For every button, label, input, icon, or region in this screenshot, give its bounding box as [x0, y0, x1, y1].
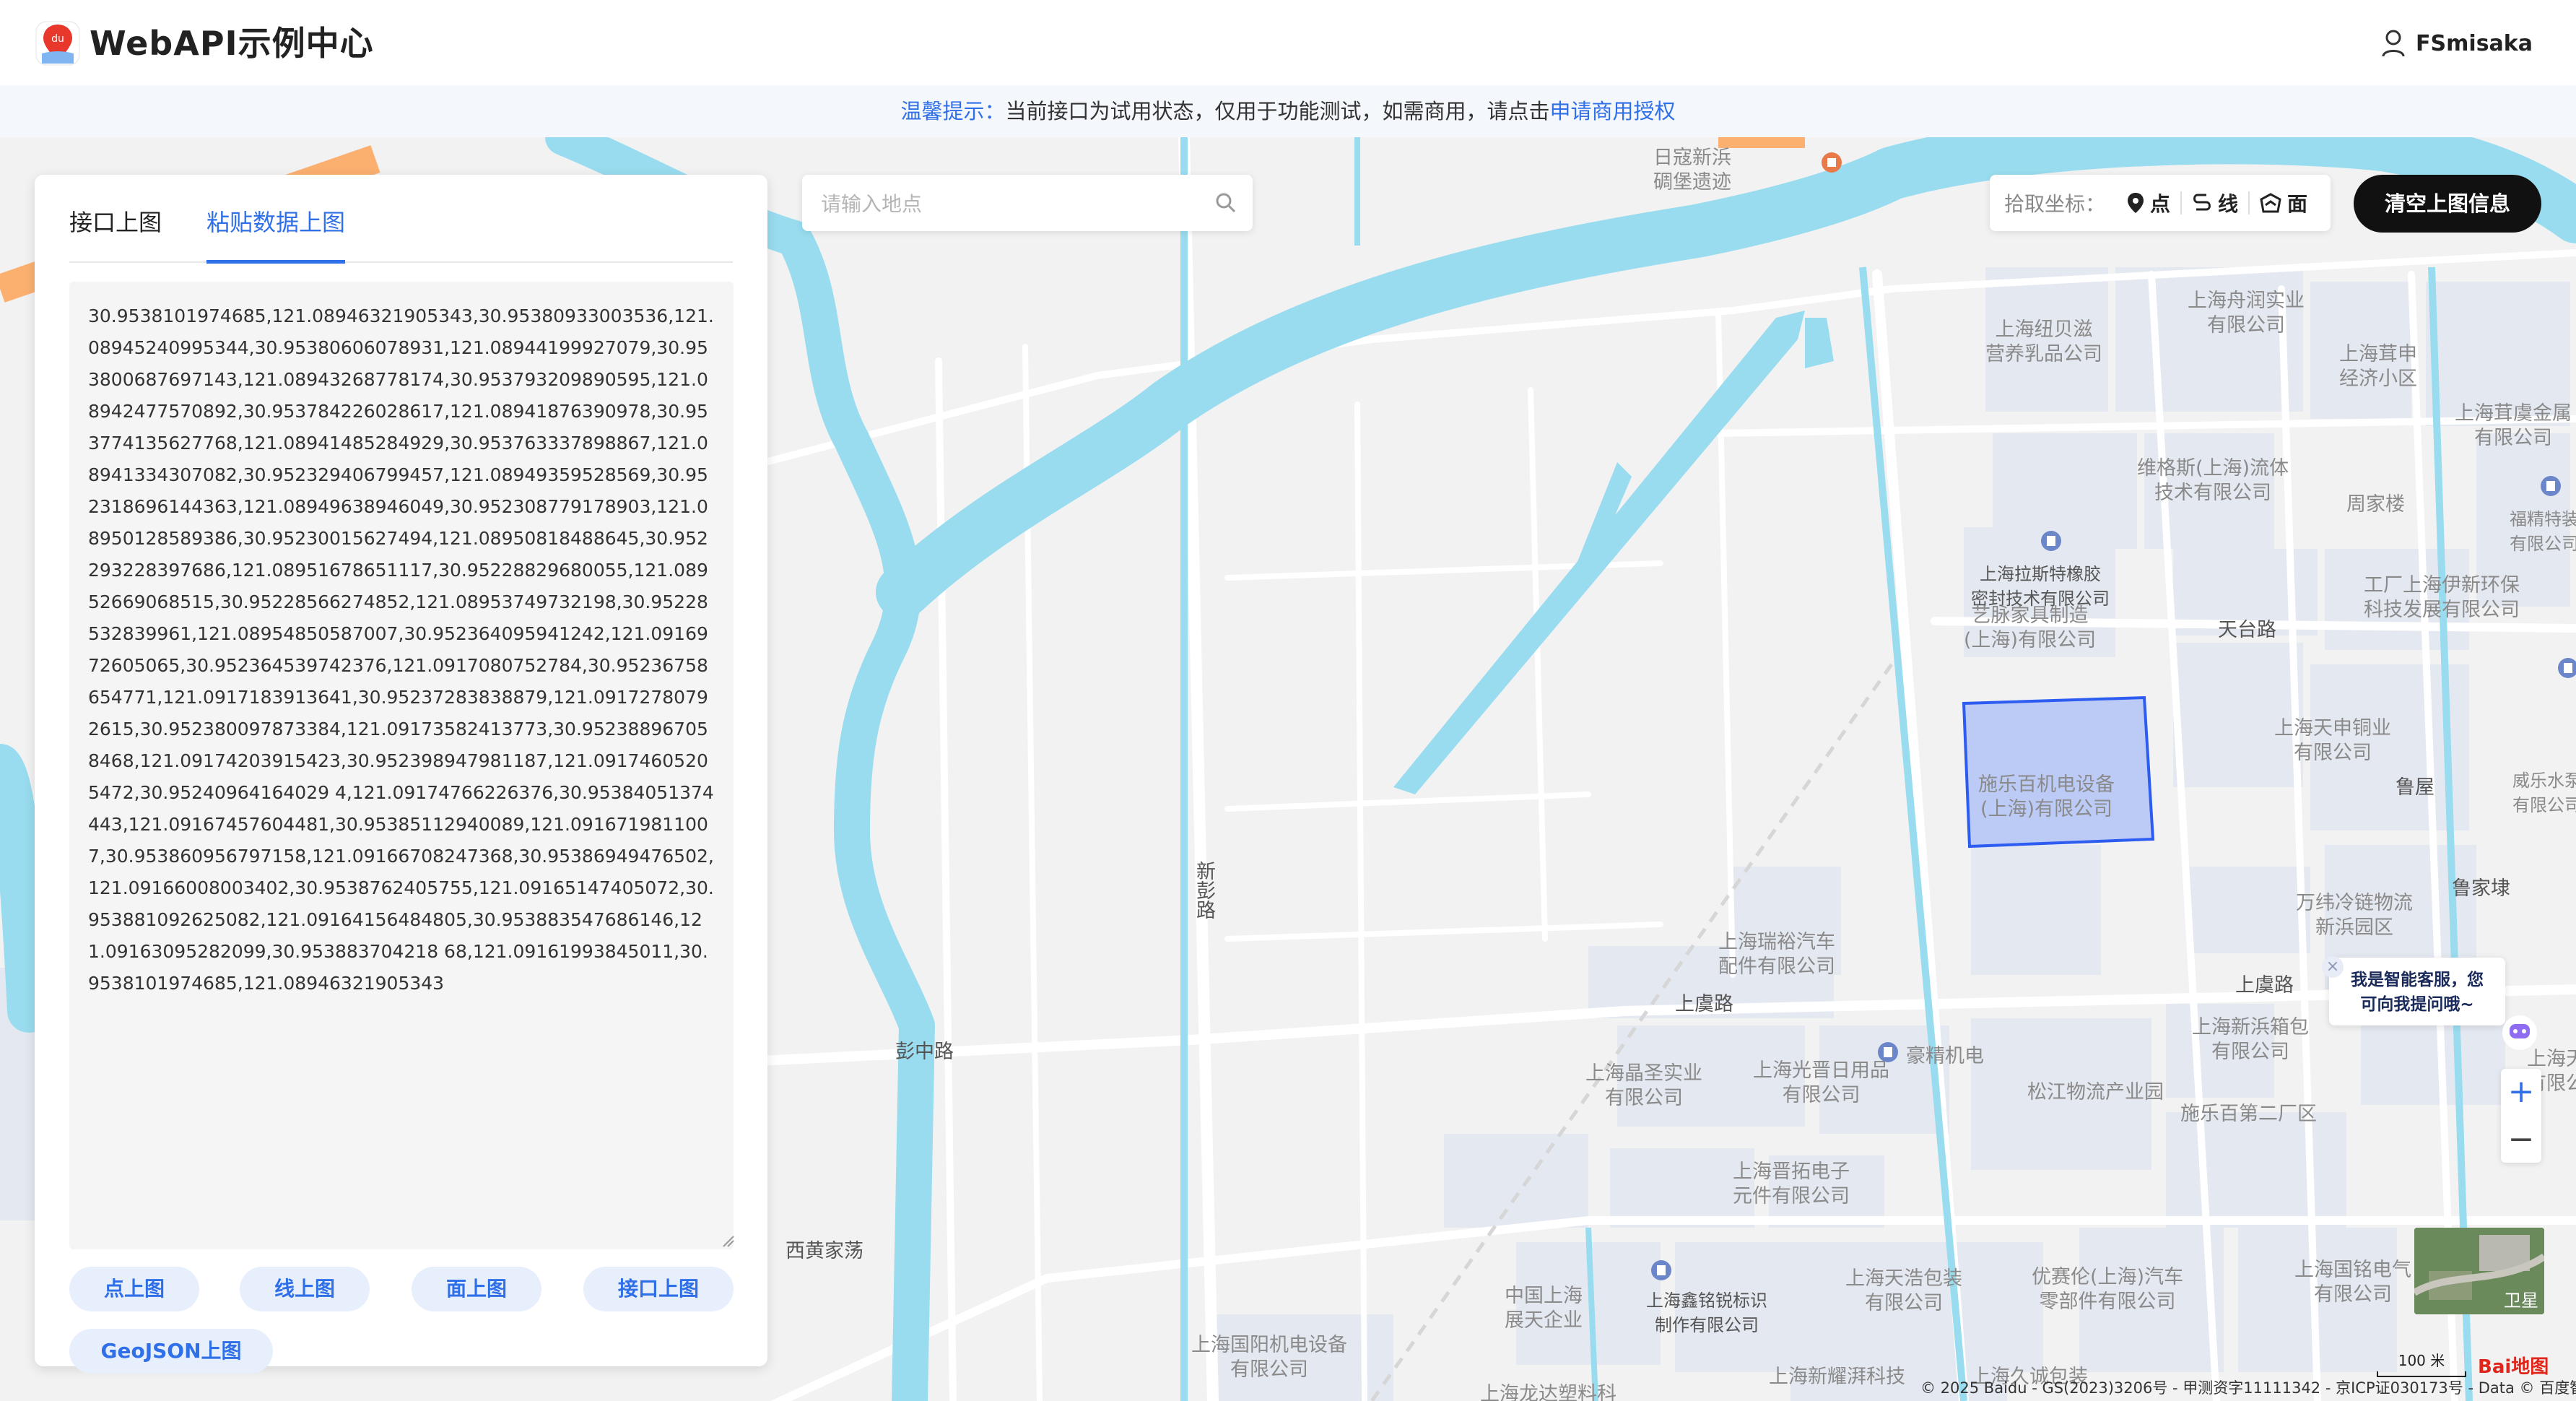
baidu-map-brand-logo: Bai地图 — [2478, 1356, 2549, 1378]
picker-label: 拾取坐标： — [2004, 192, 2106, 216]
map-label: 豪精机电 — [1906, 1045, 1984, 1067]
panel-tabs: 接口上图 粘贴数据上图 — [69, 194, 733, 264]
map-label: 上海天申铜业 有限公司 — [2274, 717, 2391, 764]
resize-handle-icon[interactable] — [722, 1235, 735, 1248]
chatbot-icon[interactable] — [2501, 1014, 2538, 1051]
polygon-icon — [2260, 193, 2281, 213]
map-label: 施乐百机电设备 (上海)有限公司 — [1978, 773, 2115, 820]
map-label: 上海国阳机电设备 有限公司 — [1191, 1334, 1347, 1381]
map-label: 新彭路 — [1193, 861, 1215, 919]
tab-api-plot[interactable]: 接口上图 — [69, 208, 162, 260]
smart-assistant-bubble[interactable]: × 我是智能客服，您 可向我提问哦~ — [2322, 956, 2505, 1025]
map-label: 彭中路 — [895, 1041, 954, 1063]
api-plot-button[interactable]: 接口上图 — [583, 1267, 734, 1311]
poi-company-icon[interactable] — [2040, 530, 2062, 552]
map-label: 松江物流产业园 — [2027, 1081, 2164, 1103]
zoom-control: + − — [2501, 1069, 2541, 1163]
map-label: 上海瑞裕汽车 配件有限公司 — [1718, 931, 1835, 978]
polyline-icon — [2193, 194, 2211, 211]
pasted-polygon-shape — [1962, 695, 2155, 849]
map-label: 优赛伦(上海)汽车 零部件有限公司 — [2032, 1266, 2184, 1313]
map-label: 上海茸虞金属 有限公司 — [2455, 402, 2572, 449]
point-plot-button[interactable]: 点上图 — [69, 1267, 199, 1311]
trial-notice-bar: 温馨提示：当前接口为试用状态，仅用于功能测试，如需商用，请点击申请商用授权 — [0, 85, 2576, 137]
pick-line-label: 线 — [2218, 192, 2239, 216]
clear-plot-button[interactable]: 清空上图信息 — [2354, 175, 2541, 233]
satellite-toggle[interactable]: 卫星 — [2414, 1228, 2544, 1314]
svg-text:du: du — [51, 33, 64, 45]
baidu-map-logo-icon[interactable]: du — [35, 20, 81, 66]
map-label: 上海鑫铭锐标识 制作有限公司 — [1646, 1291, 1767, 1335]
coordinate-picker: 拾取坐标： 点 线 面 — [1990, 175, 2331, 231]
coordinates-textarea[interactable]: 30.9538101974685,121.08946321905343,30.9… — [69, 282, 734, 1249]
line-plot-button[interactable]: 线上图 — [240, 1267, 370, 1311]
poi-company-icon[interactable] — [2557, 657, 2576, 679]
map-label: 日寇新浜 碉堡遗迹 — [1653, 147, 1731, 194]
notice-text: 当前接口为试用状态，仅用于功能测试，如需商用，请点击 — [1005, 99, 1550, 123]
zoom-out-button[interactable]: − — [2501, 1116, 2541, 1163]
top-header: du WebAPI示例中心 FSmisaka — [0, 0, 2576, 86]
app-title: WebAPI示例中心 — [90, 24, 374, 63]
map-label: 上海晋拓电子 元件有限公司 — [1733, 1161, 1850, 1207]
place-search-input[interactable] — [819, 175, 1198, 233]
poi-monument-icon[interactable] — [1821, 152, 1842, 173]
poi-company-icon[interactable] — [1877, 1041, 1899, 1063]
map-label: 上虞路 — [2235, 974, 2294, 997]
map-label: 上海光晋日用品 有限公司 — [1753, 1059, 1889, 1106]
pick-line-button[interactable]: 线 — [2182, 188, 2248, 217]
user-icon — [2382, 30, 2405, 57]
user-name: FSmisaka — [2416, 30, 2533, 56]
map-label: 工厂上海伊新环保 科技发展有限公司 — [2364, 574, 2520, 621]
map-label: 万纬冷链物流 新浜园区 — [2296, 892, 2413, 939]
map-label: 鲁家埭 — [2452, 877, 2510, 900]
pick-point-button[interactable]: 点 — [2117, 188, 2180, 217]
poi-company-icon[interactable] — [2540, 475, 2562, 497]
data-input-panel: 接口上图 粘贴数据上图 30.9538101974685,121.0894632… — [35, 175, 767, 1374]
satellite-label: 卫星 — [2504, 1291, 2538, 1311]
map-label: 西黄家荡 — [786, 1240, 863, 1262]
pick-point-label: 点 — [2150, 192, 2171, 216]
map-label: 上海龙达塑料科 — [1480, 1383, 1616, 1401]
map-label: 周家楼 — [2346, 493, 2405, 516]
map-scale: 100 米 — [2377, 1349, 2466, 1377]
assistant-text-line2: 可向我提问哦~ — [2360, 995, 2474, 1014]
pick-polygon-label: 面 — [2287, 192, 2308, 216]
map-label: 上海新浜箱包 有限公司 — [2192, 1016, 2309, 1063]
geojson-plot-button[interactable]: GeoJSON上图 — [69, 1329, 273, 1374]
map-copyright: © 2025 Baidu - GS(2023)3206号 - 甲测资字11111… — [1920, 1379, 2576, 1397]
map-label: 上海新耀湃科技 — [1769, 1366, 1905, 1388]
search-icon[interactable] — [1215, 192, 1237, 214]
notice-tip-label: 温馨提示： — [900, 99, 1006, 123]
zoom-in-button[interactable]: + — [2501, 1069, 2541, 1115]
map-label: 上海舟润实业 有限公司 — [2188, 290, 2305, 337]
map-label: 天台路 — [2218, 619, 2276, 641]
map-label: 上虞路 — [1675, 993, 1733, 1015]
map-label: 中国上海 展天企业 — [1505, 1285, 1583, 1332]
map-label: 上海纽贝滋 营养乳品公司 — [1985, 318, 2102, 365]
map-pin-icon — [2128, 193, 2144, 213]
user-menu[interactable]: FSmisaka — [2381, 26, 2533, 61]
map-label: 维格斯(上海)流体 技术有限公司 — [2137, 457, 2289, 504]
map-label: 上海晶圣实业 有限公司 — [1585, 1062, 1702, 1109]
map-label: 上海茸申 经济小区 — [2339, 343, 2417, 390]
tab-paste-data-plot[interactable]: 粘贴数据上图 — [206, 208, 346, 264]
poi-company-icon[interactable] — [1650, 1259, 1672, 1281]
map-label: 施乐百第二厂区 — [2180, 1103, 2317, 1125]
pick-polygon-button[interactable]: 面 — [2250, 188, 2318, 217]
polygon-plot-button[interactable]: 面上图 — [412, 1267, 541, 1311]
map-label: 鲁屋 — [2396, 776, 2434, 799]
place-search-box — [802, 175, 1253, 233]
close-icon[interactable]: × — [2322, 956, 2344, 978]
apply-commercial-license-link[interactable]: 申请商用授权 — [1550, 99, 1676, 123]
map-label: 上海国铭电气 有限公司 — [2294, 1259, 2411, 1306]
map-label: 上海天浩包装 有限公司 — [1845, 1267, 1962, 1314]
map-label: 艺脉家具制造 (上海)有限公司 — [1964, 604, 2097, 651]
map-label: 威乐水泵 有限公司 — [2512, 771, 2576, 815]
assistant-text-line1: 我是智能客服，您 — [2351, 971, 2484, 989]
scale-label: 100 米 — [2398, 1352, 2445, 1369]
map-label: 福精特装 有限公司 — [2510, 509, 2576, 554]
